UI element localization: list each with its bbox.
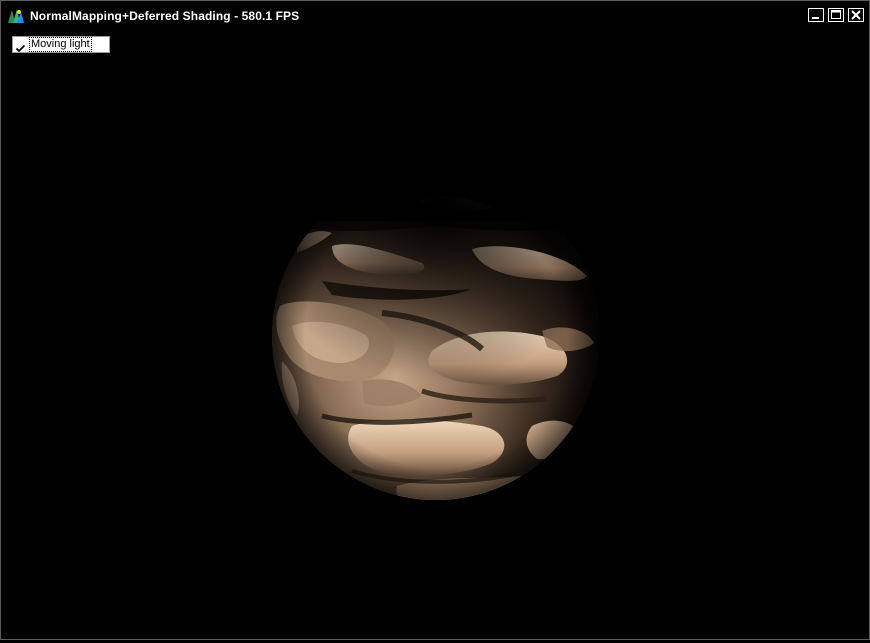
close-icon [851,10,861,20]
checkmark-icon [15,44,26,53]
maximize-icon [831,10,841,19]
app-logo-icon [7,8,25,24]
render-viewport[interactable] [2,31,868,639]
moving-light-option[interactable]: Moving light [12,36,110,53]
app-window: NormalMapping+Deferred Shading - 580.1 F… [0,0,870,640]
moving-light-label[interactable]: Moving light [29,37,92,52]
title-bar[interactable]: NormalMapping+Deferred Shading - 580.1 F… [1,1,869,31]
normal-mapped-sphere [272,172,600,500]
moving-light-checkbox[interactable] [15,39,26,53]
window-title: NormalMapping+Deferred Shading - 580.1 F… [30,9,300,23]
close-button[interactable] [848,8,864,22]
maximize-button[interactable] [828,8,844,22]
minimize-icon [812,17,819,19]
minimize-button[interactable] [808,8,824,22]
